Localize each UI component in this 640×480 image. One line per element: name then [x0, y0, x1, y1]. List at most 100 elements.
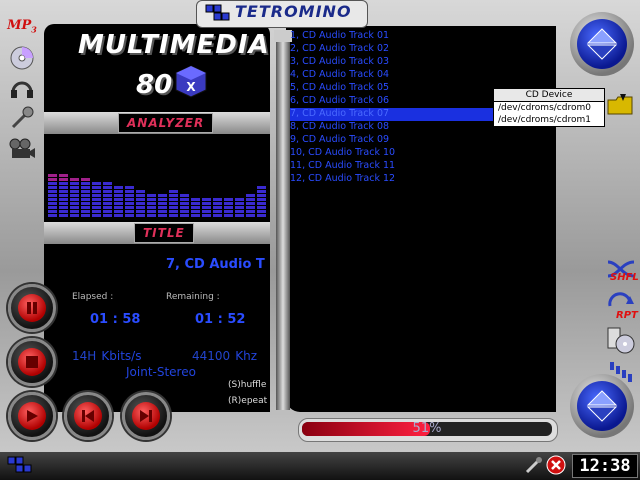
spectrum-analyzer — [48, 174, 266, 217]
playlist-item[interactable]: 11, CD Audio Track 11 — [290, 160, 552, 173]
analyzer-bar-segment — [92, 210, 101, 213]
cd-device-option[interactable]: /dev/cdroms/cdrom0 — [494, 102, 604, 114]
analyzer-bar-segment — [103, 194, 112, 197]
playlist-item[interactable]: 9, CD Audio Track 09 — [290, 134, 552, 147]
shuffle-toggle[interactable]: (S)huffle — [228, 380, 266, 390]
settings-tool-icon[interactable] — [524, 455, 544, 479]
film-icon[interactable] — [6, 134, 38, 162]
analyzer-bar-segment — [224, 210, 233, 213]
pause-button[interactable] — [8, 284, 56, 332]
analyzer-bar-segment — [224, 202, 233, 205]
analyzer-bar-segment — [59, 190, 68, 193]
mp3-icon[interactable]: MP3 — [6, 12, 38, 40]
playlist-item[interactable]: 4, CD Audio Track 04 — [290, 69, 552, 82]
app-logo-text: TETROMINO — [235, 2, 352, 21]
analyzer-bar-segment — [103, 210, 112, 213]
cd-eject-button[interactable] — [606, 326, 636, 360]
analyzer-bar-segment — [246, 194, 255, 197]
analyzer-bar-segment — [191, 206, 200, 209]
analyzer-bar-segment — [202, 202, 211, 205]
next-button[interactable] — [122, 392, 170, 440]
playlist-scrollbar[interactable] — [276, 30, 290, 410]
analyzer-bar-segment — [180, 210, 189, 213]
pause-icon — [27, 302, 37, 314]
analyzer-bar-segment — [180, 206, 189, 209]
taskbar — [0, 452, 640, 480]
analyzer-bar-segment — [92, 198, 101, 201]
playlist-item[interactable]: 1, CD Audio Track 01 — [290, 30, 552, 43]
playlist-item[interactable]: 10, CD Audio Track 10 — [290, 147, 552, 160]
repeat-button[interactable]: RPT — [604, 290, 638, 324]
cd-icon[interactable] — [6, 44, 38, 72]
analyzer-bar-segment — [81, 182, 90, 185]
samplerate-unit: Khz — [235, 349, 258, 363]
analyzer-bar-segment — [81, 214, 90, 217]
analyzer-bar-segment — [158, 210, 167, 213]
cd-device-menu: CD Device /dev/cdroms/cdrom0 /dev/cdroms… — [493, 88, 605, 127]
analyzer-bar-segment — [48, 190, 57, 193]
analyzer-bar-segment — [147, 206, 156, 209]
scroll-up-button[interactable] — [570, 12, 634, 76]
stop-button[interactable] — [8, 338, 56, 386]
analyzer-bar-segment — [48, 186, 57, 189]
analyzer-bar-segment — [246, 214, 255, 217]
analyzer-bar-segment — [125, 214, 134, 217]
analyzer-bar-segment — [213, 210, 222, 213]
analyzer-bar-segment — [191, 210, 200, 213]
analyzer-bar-segment — [92, 214, 101, 217]
analyzer-bar-segment — [191, 198, 200, 201]
analyzer-bar-segment — [81, 202, 90, 205]
analyzer-bar-segment — [70, 178, 79, 181]
analyzer-bar-segment — [81, 178, 90, 181]
analyzer-bar-segment — [136, 194, 145, 197]
previous-button[interactable] — [64, 392, 112, 440]
analyzer-bar-segment — [70, 214, 79, 217]
analyzer-bar-segment — [136, 198, 145, 201]
analyzer-bar-segment — [147, 194, 156, 197]
audio-mode: Joint-Stereo — [126, 365, 196, 379]
playlist-item[interactable]: 3, CD Audio Track 03 — [290, 56, 552, 69]
analyzer-bar-segment — [147, 198, 156, 201]
analyzer-bar-segment — [59, 198, 68, 201]
analyzer-bar-segment — [235, 214, 244, 217]
analyzer-bar-segment — [169, 202, 178, 205]
analyzer-bar-segment — [70, 190, 79, 193]
start-menu-icon[interactable] — [6, 455, 38, 479]
close-icon[interactable] — [546, 455, 566, 479]
analyzer-bar-segment — [114, 206, 123, 209]
analyzer-bar-segment — [158, 198, 167, 201]
play-button[interactable] — [8, 392, 56, 440]
analyzer-bar-segment — [169, 198, 178, 201]
volume-icon[interactable] — [608, 360, 636, 390]
analyzer-bar-segment — [147, 214, 156, 217]
repeat-toggle[interactable]: (R)epeat — [228, 396, 267, 406]
analyzer-bar-segment — [180, 214, 189, 217]
analyzer-bar-segment — [59, 206, 68, 209]
shuffle-button-label: SHFL — [610, 272, 639, 283]
title-header: TITLE — [44, 222, 270, 244]
analyzer-bar-segment — [114, 194, 123, 197]
folder-open-icon[interactable] — [606, 92, 636, 122]
analyzer-bar-segment — [59, 194, 68, 197]
analyzer-bar-segment — [59, 202, 68, 205]
next-icon — [140, 410, 152, 422]
analyzer-bar-segment — [246, 202, 255, 205]
cd-device-option[interactable]: /dev/cdroms/cdrom1 — [494, 114, 604, 126]
playlist-item[interactable]: 2, CD Audio Track 02 — [290, 43, 552, 56]
stop-icon — [26, 356, 38, 368]
playlist-item[interactable]: 12, CD Audio Track 12 — [290, 173, 552, 186]
shuffle-button[interactable]: SHFL — [604, 254, 639, 288]
analyzer-bar-segment — [48, 206, 57, 209]
up-down-arrow-icon — [586, 28, 618, 60]
analyzer-bar-segment — [235, 210, 244, 213]
analyzer-bar-segment — [136, 214, 145, 217]
bitrate-value: 14H — [72, 349, 97, 363]
microphone-icon[interactable] — [6, 104, 38, 132]
version-number: 80 — [136, 70, 173, 100]
analyzer-bar-segment — [48, 202, 57, 205]
analyzer-bar-segment — [92, 202, 101, 205]
headphones-icon[interactable] — [6, 74, 38, 102]
analyzer-bar-segment — [125, 186, 134, 189]
analyzer-bar-segment — [103, 182, 112, 185]
up-down-arrow-icon — [586, 390, 618, 422]
